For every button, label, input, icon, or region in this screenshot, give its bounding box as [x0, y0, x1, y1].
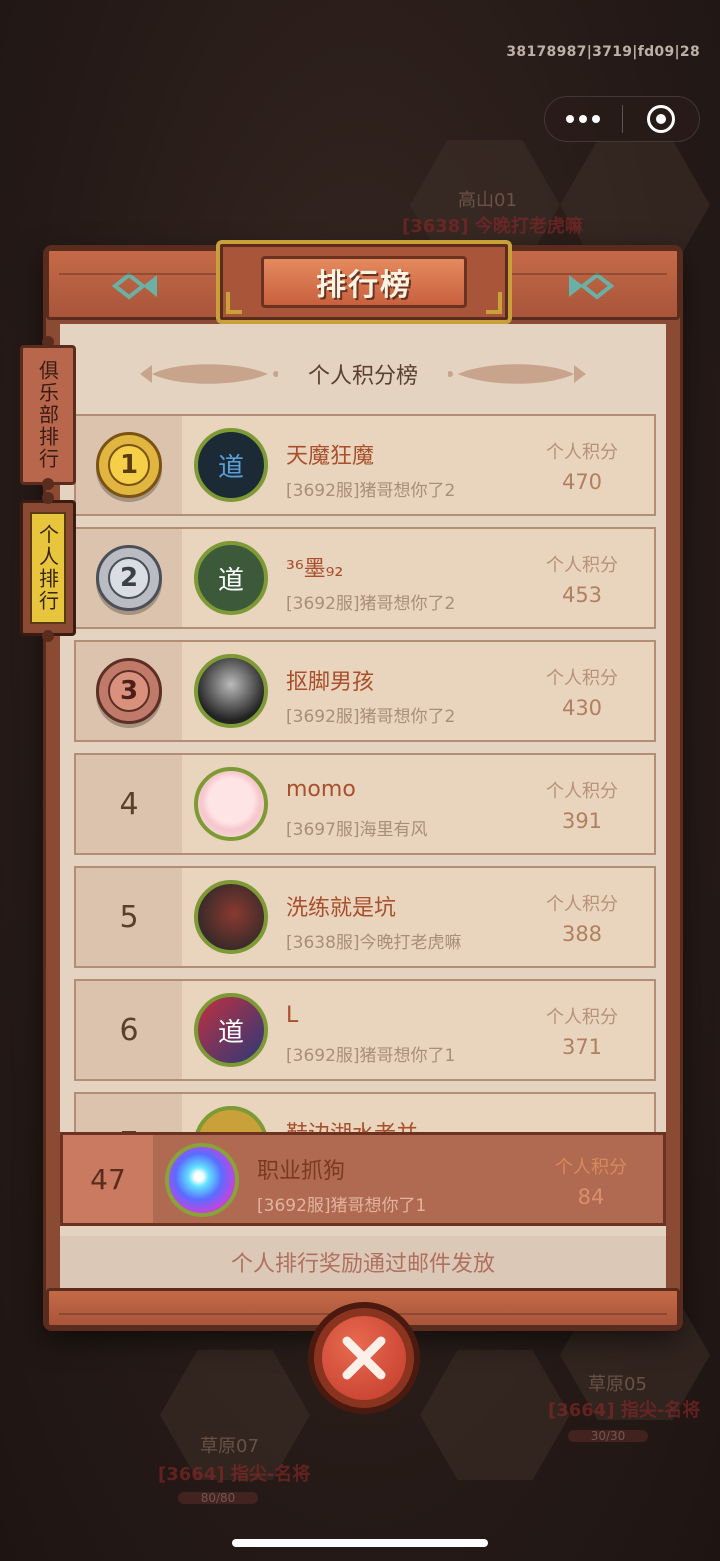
- score-value: 388: [561, 922, 603, 946]
- leaderboard-panel: 排行榜 个人积分榜 1 道 天魔狂魔 [3692服]猪哥想你了2 个人积分 47…: [46, 240, 680, 1328]
- ranking-row[interactable]: 2 道 ³⁶墨₉₂ [3692服]猪哥想你了2 个人积分 453: [74, 527, 656, 629]
- tab-personal-label: 个人排行: [35, 524, 60, 612]
- tab-knob: [42, 336, 54, 348]
- player-name: ³⁶墨₉₂: [286, 557, 344, 582]
- rank-cell: 6: [76, 981, 182, 1079]
- avatar[interactable]: 道: [194, 428, 268, 502]
- score-value: 391: [561, 809, 603, 833]
- map-tile-owner: [3664] 指尖-名将: [548, 1400, 701, 1421]
- tab-club-label: 俱乐部排行: [35, 360, 60, 470]
- close-x-icon: [342, 1336, 386, 1380]
- fish-emblem-icon: [111, 272, 157, 300]
- fish-decoration-icon: [448, 364, 586, 384]
- tab-club-ranking[interactable]: 俱乐部排行: [20, 345, 76, 485]
- rank-cell: 2: [76, 529, 182, 627]
- player-name: 洗练就是坑: [286, 896, 397, 921]
- score-value: 371: [561, 1035, 603, 1059]
- rank-cell: 3: [76, 642, 182, 740]
- map-tile-owner: [3664] 指尖-名将: [158, 1464, 311, 1485]
- player-name: L: [286, 1003, 299, 1028]
- player-server: [3692服]猪哥想你了2: [286, 481, 456, 501]
- home-indicator[interactable]: [232, 1539, 488, 1547]
- ranking-row[interactable]: 4 momo [3697服]海里有风 个人积分 391: [74, 753, 656, 855]
- rank-cell: 1: [76, 416, 182, 514]
- rank-number: 5: [119, 899, 139, 935]
- rank-number: 4: [119, 786, 139, 822]
- avatar[interactable]: [165, 1143, 239, 1217]
- rank-number: 6: [119, 1012, 139, 1048]
- player-server: [3692服]猪哥想你了2: [286, 707, 456, 727]
- avatar[interactable]: 道: [194, 993, 268, 1067]
- map-tile-name: 草原07: [200, 1436, 259, 1457]
- tab-knob: [42, 478, 54, 490]
- fish-emblem-icon: [569, 272, 615, 300]
- score-label: 个人积分: [546, 555, 618, 576]
- more-dots-icon[interactable]: [545, 97, 622, 141]
- tab-knob: [42, 630, 54, 642]
- reward-note: 个人排行奖励通过邮件发放: [60, 1236, 666, 1288]
- score-value: 84: [577, 1185, 605, 1209]
- score-label: 个人积分: [546, 894, 618, 915]
- rank-number: 2: [108, 557, 150, 599]
- avatar[interactable]: [194, 880, 268, 954]
- score-label: 个人积分: [546, 668, 618, 689]
- avatar[interactable]: 道: [194, 541, 268, 615]
- ranking-row[interactable]: 5 洗练就是坑 [3638服]今晚打老虎嘛 个人积分 388: [74, 866, 656, 968]
- player-server: [3692服]猪哥想你了2: [286, 594, 456, 614]
- rank-number: 3: [108, 670, 150, 712]
- miniprogram-capsule: [544, 96, 700, 142]
- ranking-list[interactable]: 1 道 天魔狂魔 [3692服]猪哥想你了2 个人积分 470 2 道 ³⁶墨₉…: [74, 414, 656, 1136]
- avatar[interactable]: [194, 654, 268, 728]
- map-tile-bar: 80/80: [178, 1492, 258, 1504]
- ranking-row[interactable]: 6 道 L [3692服]猪哥想你了1 个人积分 371: [74, 979, 656, 1081]
- tab-personal-ranking[interactable]: 个人排行: [20, 500, 76, 636]
- silver-medal-icon: 2: [96, 545, 162, 611]
- player-server: [3692服]猪哥想你了1: [257, 1196, 427, 1216]
- leaderboard-content: 个人积分榜 1 道 天魔狂魔 [3692服]猪哥想你了2 个人积分 470 2 …: [60, 324, 666, 1288]
- rank-number: 1: [108, 444, 150, 486]
- score-value: 470: [561, 470, 603, 494]
- rank-cell: 5: [76, 868, 182, 966]
- map-tile-name: 高山01: [458, 190, 517, 211]
- score-value: 453: [561, 583, 603, 607]
- close-button[interactable]: [308, 1302, 420, 1414]
- map-tile-bar: 30/30: [568, 1430, 648, 1442]
- my-ranking-row[interactable]: 47 职业抓狗 [3692服]猪哥想你了1 个人积分 84: [60, 1132, 666, 1226]
- player-server: [3697服]海里有风: [286, 820, 428, 840]
- player-name: 抠脚男孩: [286, 670, 375, 695]
- player-server: [3638服]今晚打老虎嘛: [286, 933, 462, 953]
- score-label: 个人积分: [546, 1007, 618, 1028]
- score-label: 个人积分: [555, 1157, 627, 1178]
- score-label: 个人积分: [546, 442, 618, 463]
- score-label: 个人积分: [546, 781, 618, 802]
- player-name: 职业抓狗: [257, 1159, 346, 1184]
- panel-title: 排行榜: [316, 268, 412, 303]
- fish-decoration-icon: [139, 364, 278, 384]
- debug-id-text: 38178987|3719|fd09|28: [506, 44, 700, 60]
- player-name: momo: [286, 777, 356, 802]
- sub-header-title: 个人积分榜: [307, 364, 418, 389]
- ranking-row[interactable]: 7 鞋边湖水老并: [74, 1092, 656, 1136]
- ranking-row[interactable]: 3 抠脚男孩 [3692服]猪哥想你了2 个人积分 430: [74, 640, 656, 742]
- score-value: 430: [561, 696, 603, 720]
- map-tile-owner: [3638] 今晚打老虎嘛: [402, 216, 583, 237]
- banner-corner: [486, 292, 502, 314]
- rank-cell: 4: [76, 755, 182, 853]
- player-name: 天魔狂魔: [286, 444, 375, 469]
- sub-header: 个人积分榜: [60, 324, 666, 424]
- title-banner: 排行榜: [216, 240, 512, 324]
- map-tile-name: 草原05: [588, 1374, 647, 1395]
- rank-cell: 7: [76, 1094, 182, 1136]
- player-server: [3692服]猪哥想你了1: [286, 1046, 456, 1066]
- banner-corner: [226, 292, 242, 314]
- my-rank-number: 47: [63, 1135, 153, 1223]
- ranking-row[interactable]: 1 道 天魔狂魔 [3692服]猪哥想你了2 个人积分 470: [74, 414, 656, 516]
- tab-knob: [42, 492, 54, 504]
- gold-medal-icon: 1: [96, 432, 162, 498]
- avatar[interactable]: [194, 767, 268, 841]
- bronze-medal-icon: 3: [96, 658, 162, 724]
- target-circle-icon[interactable]: [623, 97, 700, 141]
